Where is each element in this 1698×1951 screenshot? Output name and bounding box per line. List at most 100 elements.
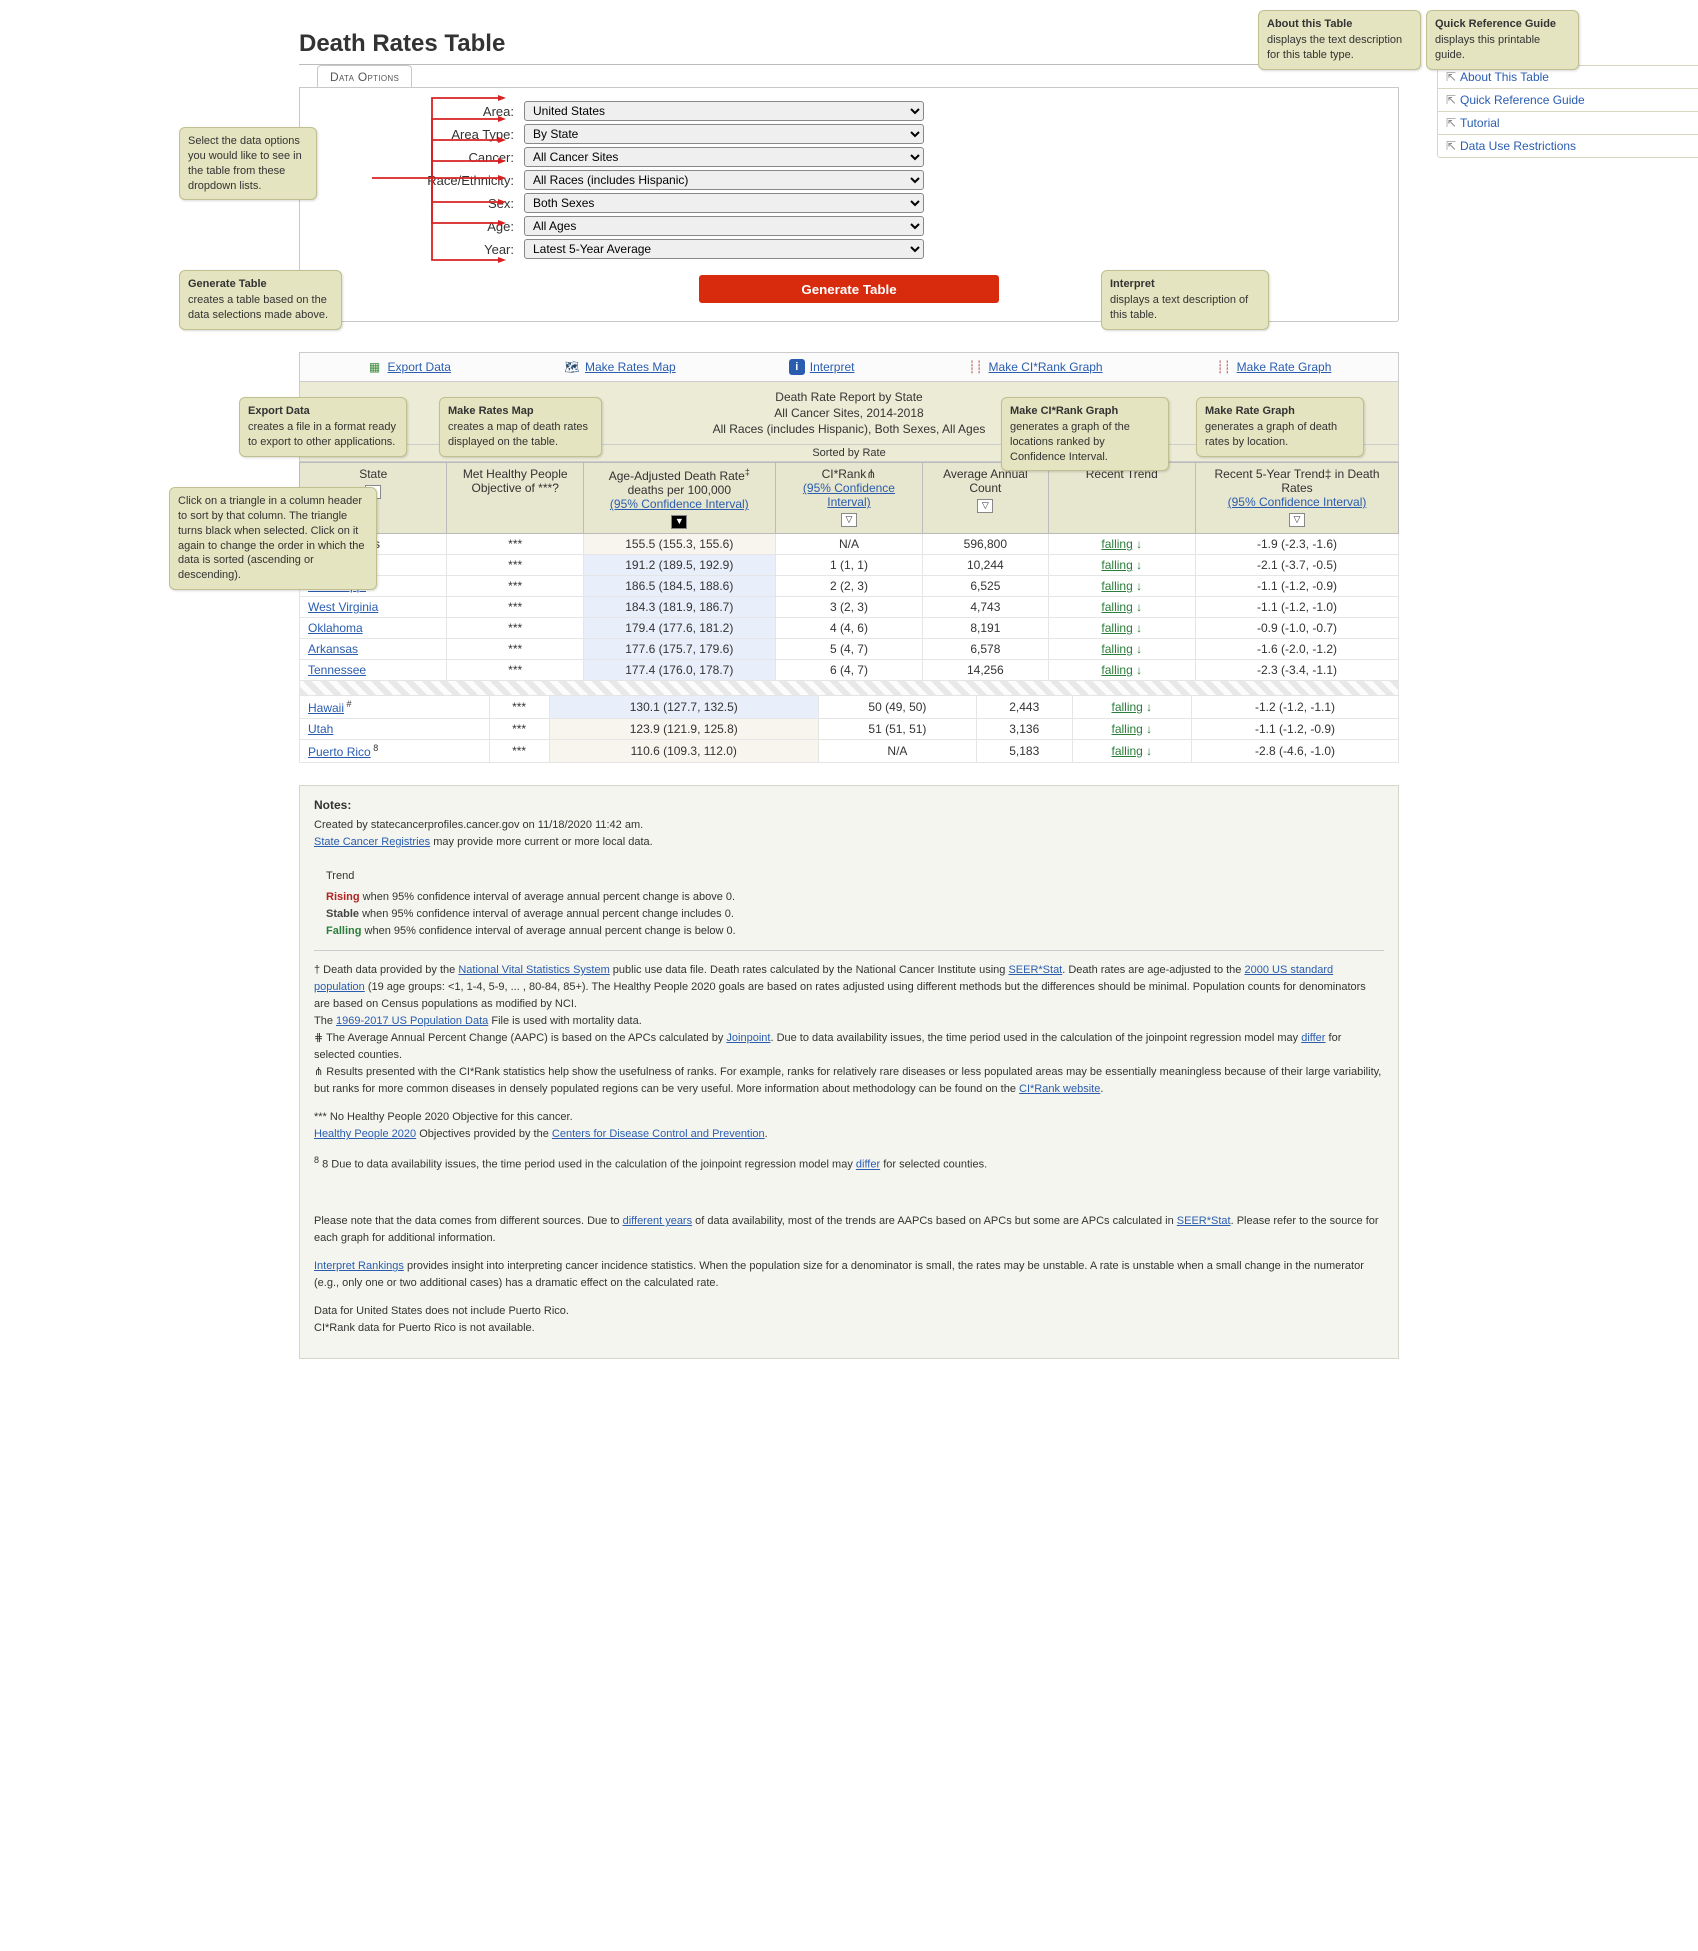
table-row: United States***155.5 (155.3, 155.6)N/A5… — [300, 534, 1399, 555]
trend-link[interactable]: falling — [1111, 744, 1142, 758]
trend-link[interactable]: falling — [1101, 579, 1132, 593]
down-arrow-icon: ↓ — [1133, 600, 1142, 614]
callout-make-cirank-graph: Make CI*Rank Graphgenerates a graph of t… — [1001, 397, 1169, 471]
trend-link[interactable]: falling — [1101, 600, 1132, 614]
link-ci95[interactable]: (95% Confidence Interval) — [1228, 495, 1367, 509]
link-make-cirank-graph[interactable]: Make CI*Rank Graph — [989, 360, 1103, 374]
down-arrow-icon: ↓ — [1133, 663, 1142, 677]
link-seerstat[interactable]: SEER*Stat — [1008, 964, 1062, 976]
table-row: Tennessee***177.4 (176.0, 178.7)6 (4, 7)… — [300, 660, 1399, 681]
link-ci95[interactable]: (95% Confidence Interval) — [803, 481, 895, 509]
link-nvss[interactable]: National Vital Statistics System — [458, 964, 609, 976]
link-healthy-people[interactable]: Healthy People 2020 — [314, 1128, 416, 1140]
link-tutorial[interactable]: Tutorial — [1460, 116, 1500, 130]
sort-icon[interactable]: ▽ — [841, 513, 857, 527]
toolbar: ▦Export Data 🗺Make Rates Map iInterpret … — [299, 352, 1399, 382]
link-joinpoint[interactable]: Joinpoint — [726, 1032, 770, 1044]
link-about-this-table[interactable]: About This Table — [1460, 70, 1549, 84]
chart-icon: ┊┊ — [968, 359, 984, 375]
trend-link[interactable]: falling — [1101, 558, 1132, 572]
down-arrow-icon: ↓ — [1143, 744, 1152, 758]
tab-data-options[interactable]: Data Options — [317, 65, 412, 88]
trend-link[interactable]: falling — [1101, 663, 1132, 677]
select-cancer[interactable]: All Cancer Sites — [524, 147, 924, 167]
table-row: Arkansas***177.6 (175.7, 179.6)5 (4, 7)6… — [300, 639, 1399, 660]
link-cirank-site[interactable]: CI*Rank website — [1019, 1083, 1100, 1095]
notes-panel: Notes: Created by statecancerprofiles.ca… — [299, 785, 1399, 1359]
select-area-type[interactable]: By State — [524, 124, 924, 144]
down-arrow-icon: ↓ — [1133, 537, 1142, 551]
popout-icon: ⇱ — [1446, 116, 1456, 130]
link-pop-data[interactable]: 1969-2017 US Population Data — [336, 1015, 488, 1027]
down-arrow-icon: ↓ — [1133, 621, 1142, 635]
state-link[interactable]: West Virginia — [308, 600, 378, 614]
page-title: Death Rates Table — [299, 30, 1399, 58]
label-area: Area: — [314, 104, 514, 119]
popout-icon: ⇱ — [1446, 93, 1456, 107]
spreadsheet-icon: ▦ — [367, 359, 383, 375]
select-age[interactable]: All Ages — [524, 216, 924, 236]
label-race: Race/Ethnicity: — [314, 173, 514, 188]
link-data-use-restrictions[interactable]: Data Use Restrictions — [1460, 139, 1576, 153]
state-link[interactable]: Oklahoma — [308, 621, 363, 635]
trend-link[interactable]: falling — [1101, 621, 1132, 635]
sort-icon-active[interactable]: ▼ — [671, 515, 687, 529]
side-links-panel: ⇱ About This Table ⇱ Quick Reference Guide… — [1437, 65, 1698, 158]
down-arrow-icon: ↓ — [1133, 558, 1142, 572]
table-row: Hawaii #***130.1 (127.7, 132.5)50 (49, 5… — [300, 696, 1399, 719]
callout-make-rate-graph: Make Rate Graphgenerates a graph of deat… — [1196, 397, 1364, 457]
torn-divider — [299, 681, 1399, 695]
down-arrow-icon: ↓ — [1133, 579, 1142, 593]
state-link[interactable]: Tennessee — [308, 663, 366, 677]
callout-about-table: About this Tabledisplays the text descri… — [1258, 10, 1421, 70]
state-link[interactable]: Puerto Rico — [308, 745, 371, 759]
link-different-years[interactable]: different years — [623, 1215, 693, 1227]
link-interpret[interactable]: Interpret — [810, 360, 855, 374]
link-differ[interactable]: differ — [856, 1159, 880, 1171]
callout-make-rates-map: Make Rates Mapcreates a map of death rat… — [439, 397, 602, 457]
link-interpret-rankings[interactable]: Interpret Rankings — [314, 1260, 404, 1272]
sort-icon[interactable]: ▽ — [977, 499, 993, 513]
table-row: Puerto Rico 8***110.6 (109.3, 112.0)N/A5… — [300, 740, 1399, 763]
trend-link[interactable]: falling — [1101, 642, 1132, 656]
trend-link[interactable]: falling — [1111, 722, 1142, 736]
link-differ[interactable]: differ — [1301, 1032, 1325, 1044]
table-row: Mississippi***186.5 (184.5, 188.6)2 (2, … — [300, 576, 1399, 597]
state-link[interactable]: Utah — [308, 722, 333, 736]
label-sex: Sex: — [314, 196, 514, 211]
down-arrow-icon: ↓ — [1143, 722, 1152, 736]
label-area-type: Area Type: — [314, 127, 514, 142]
trend-link[interactable]: falling — [1111, 700, 1142, 714]
link-make-rate-graph[interactable]: Make Rate Graph — [1237, 360, 1332, 374]
table-row: Kentucky***191.2 (189.5, 192.9)1 (1, 1)1… — [300, 555, 1399, 576]
select-area[interactable]: United States — [524, 101, 924, 121]
state-link[interactable]: Hawaii — [308, 701, 344, 715]
link-make-rates-map[interactable]: Make Rates Map — [585, 360, 676, 374]
info-icon: i — [789, 359, 805, 375]
sort-icon[interactable]: ▽ — [1289, 513, 1305, 527]
label-year: Year: — [314, 242, 514, 257]
label-age: Age: — [314, 219, 514, 234]
down-arrow-icon: ↓ — [1143, 700, 1152, 714]
select-year[interactable]: Latest 5-Year Average — [524, 239, 924, 259]
link-state-registries[interactable]: State Cancer Registries — [314, 836, 430, 848]
link-ci95[interactable]: (95% Confidence Interval) — [610, 497, 749, 511]
trend-link[interactable]: falling — [1101, 537, 1132, 551]
generate-table-button[interactable]: Generate Table — [699, 275, 999, 303]
callout-qrg: Quick Reference Guidedisplays this print… — [1426, 10, 1579, 70]
chart-icon: ┊┊ — [1216, 359, 1232, 375]
link-quick-reference-guide[interactable]: Quick Reference Guide — [1460, 93, 1585, 107]
link-seerstat[interactable]: SEER*Stat — [1177, 1215, 1231, 1227]
death-rates-table: State△ Met Healthy People Objective of *… — [299, 462, 1399, 681]
link-export-data[interactable]: Export Data — [388, 360, 451, 374]
map-icon: 🗺 — [564, 359, 580, 375]
state-link[interactable]: Arkansas — [308, 642, 358, 656]
callout-export-data: Export Datacreates a file in a format re… — [239, 397, 407, 457]
table-row: West Virginia***184.3 (181.9, 186.7)3 (2… — [300, 597, 1399, 618]
label-cancer: Cancer: — [314, 150, 514, 165]
table-row: Utah***123.9 (121.9, 125.8)51 (51, 51)3,… — [300, 719, 1399, 740]
link-cdc[interactable]: Centers for Disease Control and Preventi… — [552, 1128, 765, 1140]
select-sex[interactable]: Both Sexes — [524, 193, 924, 213]
select-race[interactable]: All Races (includes Hispanic) — [524, 170, 924, 190]
callout-sort-note: Click on a triangle in a column header t… — [169, 487, 377, 590]
